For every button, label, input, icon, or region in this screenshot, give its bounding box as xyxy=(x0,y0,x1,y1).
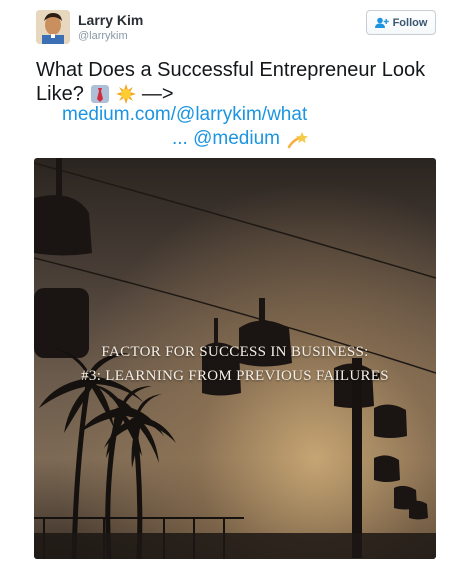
tweet-photo[interactable]: FACTOR FOR SUCCESS IN BUSINESS: #3: LEAR… xyxy=(34,158,436,559)
tweet-card: Larry Kim @larrykim Follow What Does a S… xyxy=(0,0,470,575)
photo-caption-line1: FACTOR FOR SUCCESS IN BUSINESS: xyxy=(101,344,369,360)
necktie-emoji xyxy=(90,84,110,104)
article-link[interactable]: medium.com/@larrykim/what xyxy=(62,104,307,126)
tweet-text-line2: Like? —> xyxy=(36,82,436,106)
user-handle[interactable]: @larrykim xyxy=(78,30,128,42)
follow-label: Follow xyxy=(392,16,428,29)
dizzy-emoji xyxy=(286,129,308,151)
user-name[interactable]: Larry Kim xyxy=(78,12,143,28)
follow-button[interactable]: Follow xyxy=(366,10,436,35)
medium-mention-link[interactable]: ... @medium xyxy=(172,128,280,150)
sun-emoji xyxy=(115,84,136,104)
tweet-text: What Does a Successful Entrepreneur Look… xyxy=(36,58,436,106)
add-person-icon xyxy=(374,17,389,29)
avatar[interactable] xyxy=(36,10,70,44)
tweet-text-line1: What Does a Successful Entrepreneur Look xyxy=(36,59,426,81)
tweet-text-like: Like? xyxy=(36,83,84,105)
photo-caption-line2: #3: LEARNING FROM PREVIOUS FAILURES xyxy=(81,368,389,384)
tweet-arrow: —> xyxy=(141,83,174,105)
